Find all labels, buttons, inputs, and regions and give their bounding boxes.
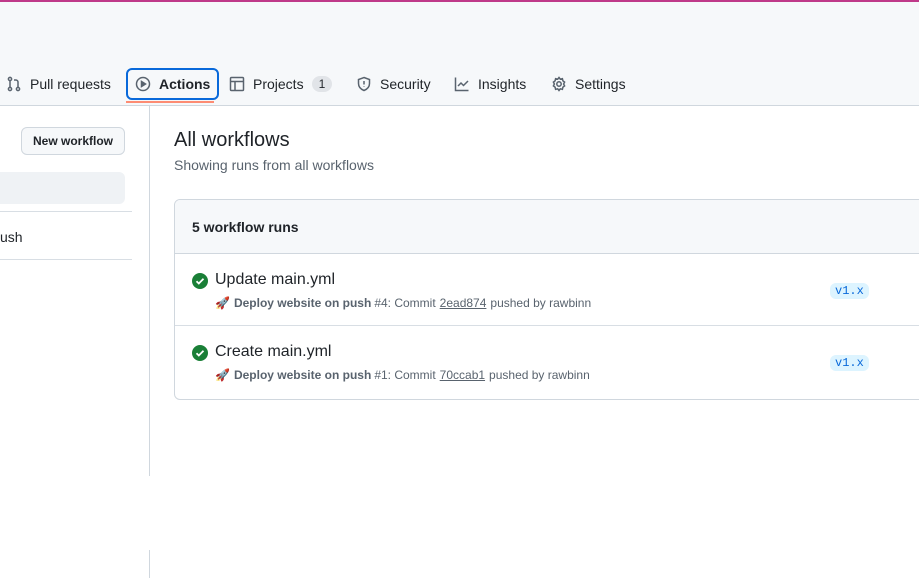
tab-actions[interactable]: Actions [126, 68, 220, 100]
pushed-by: pushed by rawbinn [490, 296, 592, 310]
projects-count: 1 [311, 76, 333, 92]
repo-header: Pull requests Actions Projects 1 Securit… [0, 2, 919, 106]
workflow-name: Deploy website on push [233, 296, 372, 310]
shield-icon [357, 76, 371, 92]
tab-projects[interactable]: Projects 1 [221, 68, 340, 100]
run-number: #4 [374, 296, 388, 310]
pushed-by: pushed by rawbinn [489, 368, 590, 382]
divider [0, 259, 132, 260]
tab-security[interactable]: Security [348, 68, 439, 100]
rocket-icon: 🚀 [215, 368, 230, 382]
active-tab-underline [126, 101, 214, 103]
rocket-icon: 🚀 [215, 296, 230, 310]
page-subtitle: Showing runs from all workflows [174, 157, 374, 173]
play-icon [135, 76, 151, 92]
workflow-name: Deploy website on push [233, 368, 372, 382]
git-pull-request-icon [7, 76, 21, 92]
tab-pull-requests[interactable]: Pull requests [0, 68, 119, 100]
page-title: All workflows [174, 129, 290, 151]
table-icon [229, 76, 245, 92]
sidebar-border [149, 550, 150, 578]
divider [0, 211, 132, 212]
new-workflow-button[interactable]: New workflow [21, 127, 125, 155]
commit-label: : Commit [387, 368, 436, 382]
graph-icon [454, 77, 469, 92]
tab-settings[interactable]: Settings [543, 68, 634, 100]
branch-badge[interactable]: v1.x [830, 283, 869, 299]
sidebar-item-workflow[interactable]: ush [0, 229, 23, 245]
sidebar-border [149, 106, 150, 476]
runs-count: 5 workflow runs [175, 200, 919, 254]
list-item[interactable]: Create main.yml 🚀 Deploy website on push #… [175, 326, 919, 398]
commit-label: : Commit [387, 296, 436, 310]
commit-link[interactable]: 2ead874 [440, 296, 487, 310]
sidebar-item-all-workflows[interactable] [0, 172, 125, 204]
check-circle-icon [192, 345, 208, 361]
check-circle-icon [192, 273, 208, 289]
branch-badge[interactable]: v1.x [830, 355, 869, 371]
tab-insights[interactable]: Insights [446, 68, 534, 100]
run-number: #1 [374, 368, 388, 382]
gear-icon [552, 76, 566, 92]
run-title[interactable]: Create main.yml [215, 343, 331, 361]
commit-link[interactable]: 70ccab1 [440, 368, 485, 382]
workflow-runs-list: 5 workflow runs Update main.yml 🚀 Deploy … [174, 199, 919, 400]
run-title[interactable]: Update main.yml [215, 271, 335, 289]
list-item[interactable]: Update main.yml 🚀 Deploy website on push #… [175, 254, 919, 326]
